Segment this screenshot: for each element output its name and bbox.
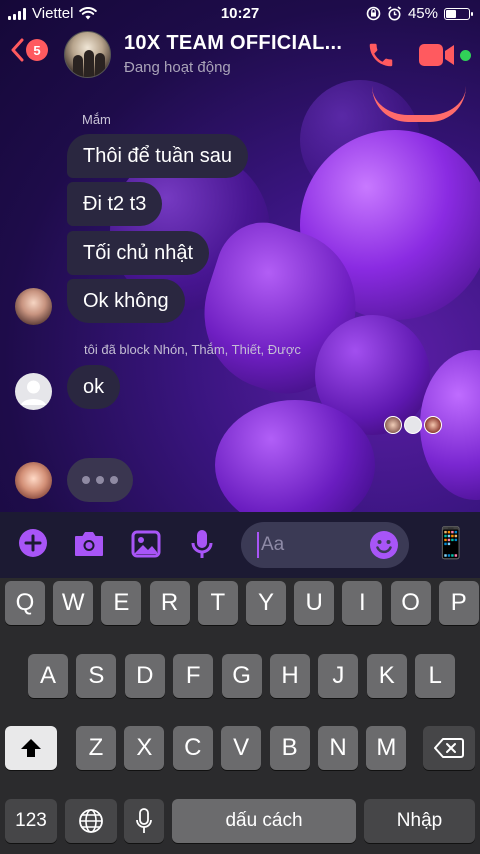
key-h[interactable]: H	[270, 654, 310, 698]
typing-indicator	[67, 458, 133, 502]
message-input[interactable]: Aa	[241, 522, 409, 568]
back-button[interactable]: 5	[10, 38, 48, 62]
battery-icon	[444, 7, 473, 20]
return-key[interactable]: Nhập	[364, 799, 475, 843]
message-placeholder: Aa	[261, 534, 285, 555]
key-u[interactable]: U	[294, 581, 335, 625]
sender-avatar[interactable]	[15, 288, 52, 325]
seen-avatar	[424, 416, 442, 434]
key-p[interactable]: P	[438, 581, 479, 625]
chat-header: 5 10X TEAM OFFICIAL... Đang hoạt động	[0, 28, 480, 122]
key-k[interactable]: K	[366, 654, 407, 698]
conversation-title[interactable]: 10X TEAM OFFICIAL...	[124, 32, 342, 55]
system-note: tôi đã block Nhón, Thắm, Thiết, Được	[84, 342, 301, 357]
key-o[interactable]: O	[390, 581, 431, 625]
numbers-key[interactable]: 123	[5, 799, 57, 843]
text-caret	[257, 532, 259, 558]
microphone-icon[interactable]	[190, 528, 214, 560]
seen-avatar	[404, 416, 422, 434]
unread-badge: 5	[26, 39, 48, 61]
online-indicator	[460, 50, 471, 61]
message-bubble[interactable]: ok	[67, 365, 121, 409]
key-m[interactable]: M	[366, 726, 407, 770]
key-c[interactable]: C	[172, 726, 213, 770]
key-b[interactable]: B	[269, 726, 310, 770]
status-right: 45%	[366, 5, 473, 22]
key-t[interactable]: T	[197, 581, 238, 625]
active-status: Đang hoạt động	[124, 59, 231, 76]
microphone-icon	[136, 808, 152, 833]
backspace-key[interactable]	[423, 726, 475, 770]
key-s[interactable]: S	[76, 654, 117, 698]
globe-icon	[79, 809, 103, 833]
shift-arrow-icon	[21, 739, 41, 757]
seen-avatars	[384, 416, 442, 434]
key-d[interactable]: D	[124, 654, 165, 698]
group-avatar[interactable]	[64, 31, 111, 78]
typing-avatar[interactable]	[15, 462, 52, 499]
key-y[interactable]: Y	[246, 581, 286, 625]
message-composer: Aa 📱	[0, 512, 480, 578]
video-call-icon[interactable]	[418, 42, 456, 68]
key-r[interactable]: R	[149, 581, 190, 625]
seen-avatar	[384, 416, 402, 434]
message-bubble[interactable]: Đi t2 t3	[67, 182, 163, 226]
key-n[interactable]: N	[318, 726, 358, 770]
key-j[interactable]: J	[318, 654, 359, 698]
key-v[interactable]: V	[221, 726, 262, 770]
image-icon[interactable]	[131, 530, 161, 558]
alarm-icon	[387, 6, 401, 21]
default-avatar-icon[interactable]	[15, 373, 52, 410]
message-bubble[interactable]: Thôi để tuần sau	[67, 134, 248, 178]
battery-fill	[446, 9, 456, 18]
shift-key[interactable]	[5, 726, 57, 770]
key-x[interactable]: X	[124, 726, 165, 770]
phone-call-icon[interactable]	[366, 40, 396, 70]
key-q[interactable]: Q	[5, 581, 45, 625]
camera-icon[interactable]	[73, 530, 105, 558]
emoji-icon[interactable]	[369, 530, 399, 560]
key-a[interactable]: A	[28, 654, 68, 698]
message-bubble[interactable]: Tối chủ nhật	[67, 231, 210, 275]
key-e[interactable]: E	[101, 581, 142, 625]
plus-icon[interactable]	[18, 528, 48, 558]
status-bar: Viettel 10:27 45%	[0, 0, 480, 28]
keyboard: 123 dấu cách Nhập QWERTYUIOP ASDFGHJKL ZXC…	[0, 578, 480, 854]
rotation-lock-icon	[366, 6, 381, 21]
mobile-phone-icon[interactable]: 📱	[432, 526, 469, 561]
key-i[interactable]: I	[342, 581, 383, 625]
globe-key[interactable]	[65, 799, 117, 843]
dictation-key[interactable]	[124, 799, 164, 843]
key-f[interactable]: F	[173, 654, 214, 698]
chevron-left-icon	[11, 38, 24, 62]
key-w[interactable]: W	[53, 581, 94, 625]
key-z[interactable]: Z	[76, 726, 116, 770]
key-g[interactable]: G	[221, 654, 262, 698]
key-l[interactable]: L	[415, 654, 456, 698]
sender-name: Mắm	[82, 112, 111, 127]
backspace-icon	[434, 738, 464, 758]
battery-percent: 45%	[407, 5, 438, 22]
space-key[interactable]: dấu cách	[172, 799, 356, 843]
message-bubble[interactable]: Ok không	[67, 279, 185, 323]
